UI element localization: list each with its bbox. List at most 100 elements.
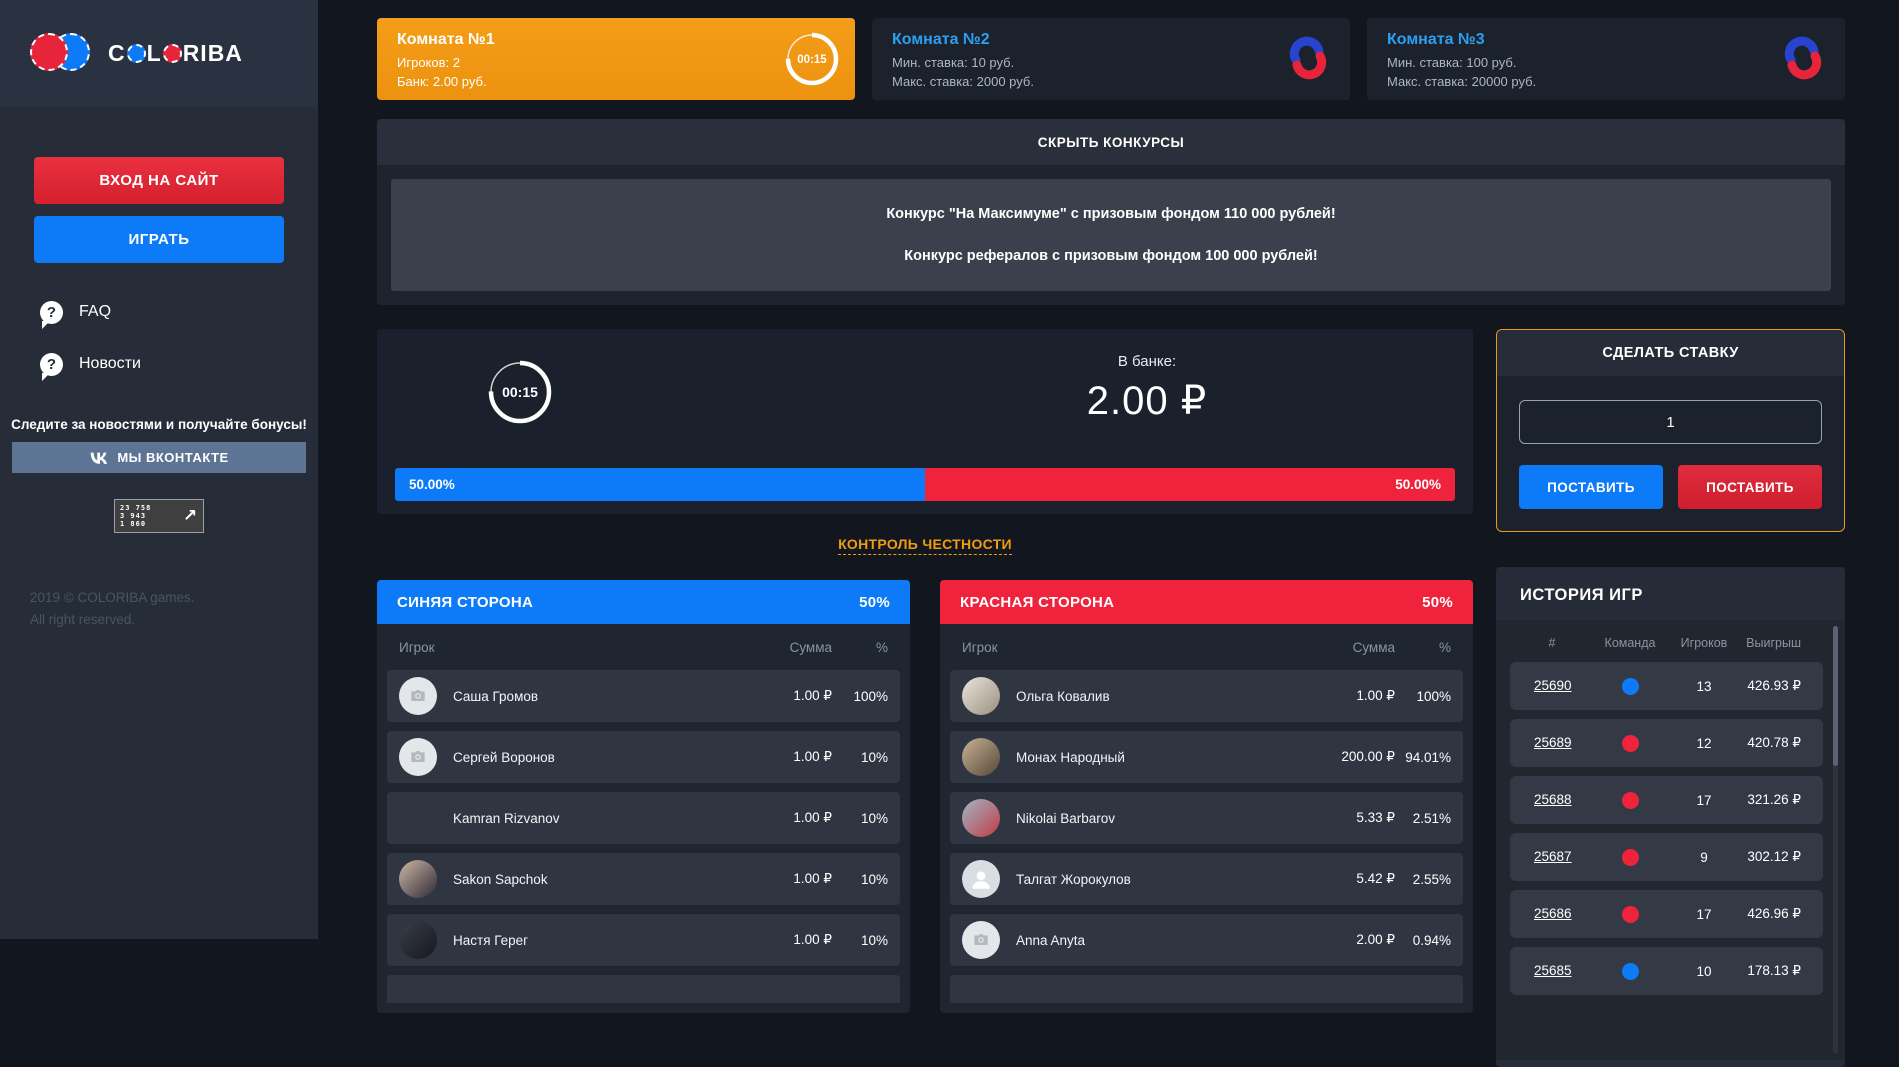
team-color-dot — [1622, 735, 1639, 752]
team-color-dot — [1622, 678, 1639, 695]
player-bet-percent: 100% — [832, 689, 888, 704]
team-color-dot — [1622, 849, 1639, 866]
bet-blue-button[interactable]: ПОСТАВИТЬ — [1519, 465, 1663, 509]
game-id-link[interactable]: 25689 — [1534, 735, 1572, 750]
red-progress: 50.00% — [925, 468, 1455, 501]
sidebar-item-faq[interactable]: ? FAQ — [0, 297, 318, 327]
fairness-link[interactable]: КОНТРОЛЬ ЧЕСТНОСТИ — [838, 536, 1012, 555]
room-card-3[interactable]: Комната №3 Мин. ставка: 100 руб. Макс. с… — [1367, 18, 1845, 100]
history-row: 25689 12 420.78 ₽ — [1510, 719, 1823, 767]
bank-label: В банке: — [1047, 353, 1247, 370]
history-row: 25686 17 426.96 ₽ — [1510, 890, 1823, 938]
history-row: 25688 17 321.26 ₽ — [1510, 776, 1823, 824]
game-panel: 00:15 В банке: 2.00 ₽ 50.00% 50.00% — [377, 329, 1473, 514]
login-button[interactable]: ВХОД НА САЙТ — [34, 157, 284, 204]
arrow-up-right-icon: ↗ — [177, 506, 203, 526]
player-bet-percent: 10% — [832, 872, 888, 887]
red-side-table: КРАСНАЯ СТОРОНА 50% Игрок Сумма % Ольга … — [940, 580, 1473, 1013]
coloriba-swirl-icon — [1779, 34, 1827, 87]
player-bet-sum: 5.33 ₽ — [1309, 810, 1395, 826]
room-card-2[interactable]: Комната №2 Мин. ставка: 10 руб. Макс. ст… — [872, 18, 1350, 100]
vk-button[interactable]: МЫ ВКОНТАКТЕ — [12, 442, 306, 473]
player-bet-percent: 2.51% — [1395, 811, 1451, 826]
player-name: Настя Герег — [453, 933, 746, 948]
room-title: Комната №3 — [1387, 31, 1825, 49]
game-id-link[interactable]: 25686 — [1534, 906, 1572, 921]
player-row: Sakon Sapchok 1.00 ₽ 10% — [387, 853, 900, 905]
history-row: 25687 9 302.12 ₽ — [1510, 833, 1823, 881]
player-name: Nikolai Barbarov — [1016, 811, 1309, 826]
room-line: Макс. ставка: 20000 руб. — [1387, 73, 1825, 92]
team-color-dot — [1622, 792, 1639, 809]
player-name: Ольга Ковалив — [1016, 689, 1309, 704]
copyright: 2019 © COLORIBA games. All right reserve… — [0, 587, 318, 632]
history-players-count: 17 — [1666, 907, 1742, 922]
player-row: Ольга Ковалив 1.00 ₽ 100% — [950, 670, 1463, 722]
history-row: 25690 13 426.93 ₽ — [1510, 662, 1823, 710]
round-timer-text: 00:15 — [502, 384, 538, 400]
history-row: 25685 10 178.13 ₽ — [1510, 947, 1823, 995]
logo-letter: L — [147, 40, 162, 67]
player-avatar — [962, 799, 1000, 837]
visitor-counter[interactable]: 23 758 3 943 1 860 ↗ — [114, 499, 204, 533]
history-column-header: # Команда Игроков Выигрыш — [1510, 636, 1823, 650]
fairness-row: КОНТРОЛЬ ЧЕСТНОСТИ — [377, 536, 1473, 554]
game-id-link[interactable]: 25687 — [1534, 849, 1572, 864]
history-win-amount: 420.78 ₽ — [1742, 735, 1823, 751]
player-bet-sum: 5.42 ₽ — [1309, 871, 1395, 887]
bet-panel: СДЕЛАТЬ СТАВКУ ПОСТАВИТЬ ПОСТАВИТЬ — [1496, 329, 1845, 532]
team-progress-bar: 50.00% 50.00% — [395, 468, 1455, 501]
room-line: Макс. ставка: 2000 руб. — [892, 73, 1330, 92]
bet-red-button[interactable]: ПОСТАВИТЬ — [1678, 465, 1822, 509]
room-card-1[interactable]: Комната №1 Игроков: 2 Банк: 2.00 руб. 00… — [377, 18, 855, 100]
bet-panel-title: СДЕЛАТЬ СТАВКУ — [1497, 330, 1844, 376]
player-bet-sum: 200.00 ₽ — [1309, 749, 1395, 765]
player-name: Сергей Воронов — [453, 750, 746, 765]
game-id-link[interactable]: 25685 — [1534, 963, 1572, 978]
player-avatar — [962, 677, 1000, 715]
history-players-count: 9 — [1666, 850, 1742, 865]
players-column-header: Игрок Сумма % — [950, 624, 1463, 670]
history-list: # Команда Игроков Выигрыш 25690 13 426.9… — [1496, 620, 1845, 1060]
vk-icon — [89, 451, 109, 465]
contest-line: Конкурс "На Максимуме" с призовым фондом… — [886, 206, 1335, 222]
player-bet-percent: 100% — [1395, 689, 1451, 704]
contests-banner: Конкурс "На Максимуме" с призовым фондом… — [391, 179, 1831, 291]
room-title: Комната №1 — [397, 31, 835, 49]
coloriba-swirl-icon — [1284, 34, 1332, 87]
player-bet-sum: 1.00 ₽ — [746, 810, 832, 826]
logo-letter: RIBA — [183, 40, 243, 67]
play-button[interactable]: ИГРАТЬ — [34, 216, 284, 263]
bet-amount-input[interactable] — [1519, 400, 1822, 444]
player-bet-percent: 2.55% — [1395, 872, 1451, 887]
player-name: Anna Anyta — [1016, 933, 1309, 948]
logo[interactable]: C L RIBA — [0, 0, 318, 107]
player-bet-percent: 10% — [832, 750, 888, 765]
player-row: Сергей Воронов 1.00 ₽ 10% — [387, 731, 900, 783]
vk-button-label: МЫ ВКОНТАКТЕ — [117, 450, 228, 465]
player-name: Kamran Rizvanov — [453, 811, 746, 826]
team-color-dot — [1622, 906, 1639, 923]
player-row: Талгат Жорокулов 5.42 ₽ 2.55% — [950, 853, 1463, 905]
history-scrollbar[interactable] — [1833, 626, 1838, 1054]
follow-news-text: Следите за новостями и получайте бонусы! — [0, 417, 318, 432]
blue-side-title: СИНЯЯ СТОРОНА — [397, 594, 533, 611]
history-win-amount: 302.12 ₽ — [1742, 849, 1823, 865]
team-color-dot — [1622, 963, 1639, 980]
question-bubble-icon: ? — [40, 353, 63, 376]
bank-block: В банке: 2.00 ₽ — [1047, 353, 1247, 424]
room-timer-text: 00:15 — [797, 54, 827, 66]
room-line: Мин. ставка: 10 руб. — [892, 54, 1330, 73]
sidebar-item-news[interactable]: ? Новости — [0, 349, 318, 379]
player-bet-percent: 0.94% — [1395, 933, 1451, 948]
history-scrollbar-thumb[interactable] — [1833, 626, 1838, 766]
hide-contests-toggle[interactable]: СКРЫТЬ КОНКУРСЫ — [377, 119, 1845, 165]
blue-progress: 50.00% — [395, 468, 925, 501]
game-id-link[interactable]: 25690 — [1534, 678, 1572, 693]
bank-value: 2.00 ₽ — [1047, 378, 1247, 424]
logo-letter: C — [108, 40, 126, 67]
contests-section: СКРЫТЬ КОНКУРСЫ Конкурс "На Максимуме" с… — [377, 119, 1845, 305]
red-side-title: КРАСНАЯ СТОРОНА — [960, 594, 1114, 611]
logo-wordmark: C L RIBA — [108, 40, 243, 67]
game-id-link[interactable]: 25688 — [1534, 792, 1572, 807]
